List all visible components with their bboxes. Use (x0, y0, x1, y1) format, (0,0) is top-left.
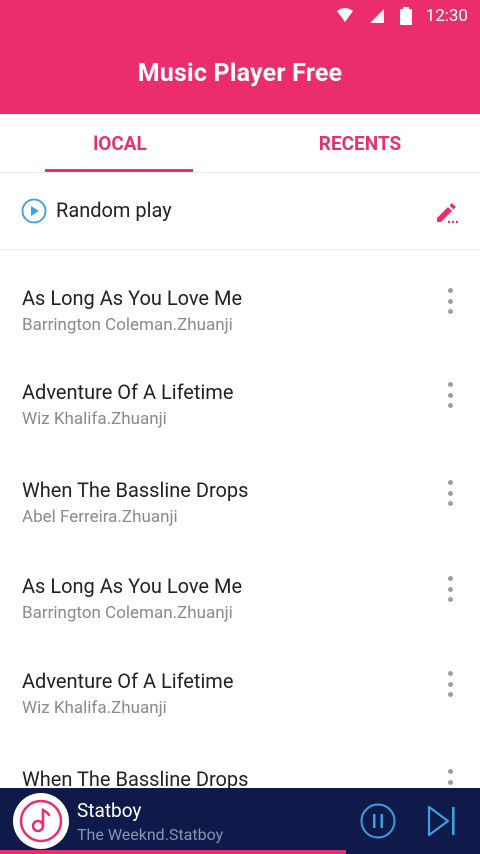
more-options-icon[interactable] (440, 382, 460, 408)
skip-next-button[interactable] (426, 804, 458, 842)
song-title: Adventure Of A Lifetime (22, 380, 234, 404)
song-row[interactable]: When The Bassline Drops Abel Ferreira.Zh… (0, 456, 480, 552)
playback-progress-bar[interactable] (0, 850, 480, 854)
more-options-icon[interactable] (440, 288, 460, 314)
song-title: When The Bassline Drops (22, 478, 249, 502)
now-playing-title: Statboy (77, 799, 142, 822)
song-artist: Wiz Khalifa.Zhuanji (22, 698, 167, 718)
more-options-icon[interactable] (440, 480, 460, 506)
edit-pencil-icon[interactable] (434, 199, 460, 229)
song-artist: Barrington Coleman.Zhuanji (22, 315, 233, 335)
status-bar: 12:30 (0, 0, 480, 32)
song-title: As Long As You Love Me (22, 574, 243, 598)
more-options-icon[interactable] (440, 576, 460, 602)
playback-progress-fill (0, 850, 346, 854)
song-title: As Long As You Love Me (22, 286, 243, 310)
pause-button[interactable] (360, 803, 396, 843)
status-time: 12:30 (425, 6, 468, 26)
song-artist: Wiz Khalifa.Zhuanji (22, 409, 167, 429)
tab-recents-label: RECENTS (318, 131, 402, 155)
tab-local-label: lOCAL (93, 131, 147, 155)
random-play-row[interactable]: Random play (0, 172, 480, 250)
app-bar: Music Player Free (0, 32, 480, 114)
tab-bar: lOCAL RECENTS (0, 114, 480, 173)
play-circle-icon[interactable] (21, 198, 47, 228)
battery-icon (399, 7, 412, 25)
cellular-signal-icon (368, 8, 386, 24)
song-artist: Barrington Coleman.Zhuanji (22, 603, 233, 623)
song-row[interactable]: As Long As You Love Me Barrington Colema… (0, 552, 480, 648)
wifi-icon (336, 8, 354, 24)
song-row[interactable]: As Long As You Love Me Barrington Colema… (0, 264, 480, 360)
more-options-icon[interactable] (440, 671, 460, 697)
song-artist: Abel Ferreira.Zhuanji (22, 507, 178, 527)
tab-recents[interactable]: RECENTS (240, 114, 480, 172)
song-title: Adventure Of A Lifetime (22, 669, 234, 693)
song-row[interactable]: Adventure Of A Lifetime Wiz Khalifa.Zhua… (0, 358, 480, 454)
random-play-label: Random play (56, 198, 172, 222)
now-playing-artist: The Weeknd.Statboy (77, 825, 224, 844)
app-title: Music Player Free (137, 58, 343, 88)
album-art-icon[interactable] (13, 793, 69, 849)
tab-local[interactable]: lOCAL (0, 114, 240, 172)
now-playing-bar[interactable]: Statboy The Weeknd.Statboy (0, 788, 480, 854)
song-row[interactable]: Adventure Of A Lifetime Wiz Khalifa.Zhua… (0, 647, 480, 743)
